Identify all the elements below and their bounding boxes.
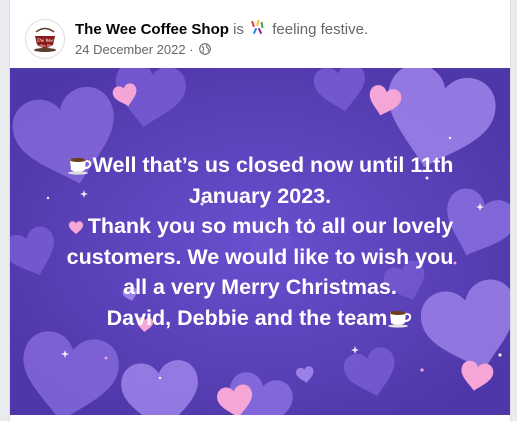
message-line-4: customers. We would like to wish you — [66, 244, 454, 269]
message-line-1: Well that’s us closed now until 11th — [30, 150, 490, 181]
confetti-icon — [251, 20, 264, 35]
message-line-5: all a very Merry Christmas. — [123, 275, 397, 299]
post-image[interactable]: Well that’s us closed now until 11th Jan… — [10, 68, 510, 415]
post-date-link[interactable]: 24 December 2022 — [75, 42, 186, 57]
post-header: The Wee Coffee Shop The Wee Coffee Shop … — [10, 0, 510, 68]
coffee-shop-logo: The Wee Coffee Shop — [26, 20, 64, 58]
message-text-6: David, Debbie and the team — [106, 305, 388, 330]
post-meta: 24 December 2022 · — [75, 42, 212, 57]
post-message: Well that’s us closed now until 11th Jan… — [30, 150, 490, 333]
message-line-2: January 2023. — [188, 183, 332, 208]
post-author-line: The Wee Coffee Shop is feeling festive. — [75, 20, 368, 38]
coffee-cup-icon — [388, 310, 412, 328]
coffee-cup-icon — [67, 158, 91, 175]
message-line-6: David, Debbie and the team — [30, 303, 490, 334]
message-text-3: Thank you so much to all our lovely — [87, 214, 454, 238]
pink-heart-icon — [68, 221, 83, 235]
message-text-1: Well that’s us closed now until 11th — [92, 153, 454, 177]
feeling-text: feeling festive. — [272, 21, 369, 38]
page-avatar[interactable]: The Wee Coffee Shop — [25, 19, 65, 59]
meta-separator: · — [189, 42, 194, 57]
page-name-link[interactable]: The Wee Coffee Shop — [75, 21, 229, 38]
feeling-prefix: is — [233, 21, 244, 38]
globe-icon[interactable] — [199, 43, 212, 55]
facebook-post: The Wee Coffee Shop The Wee Coffee Shop … — [9, 0, 511, 421]
post-footer-strip — [10, 415, 510, 421]
svg-text:Coffee Shop: Coffee Shop — [35, 43, 54, 48]
message-line-3: Thank you so much to all our lovely — [30, 211, 490, 242]
